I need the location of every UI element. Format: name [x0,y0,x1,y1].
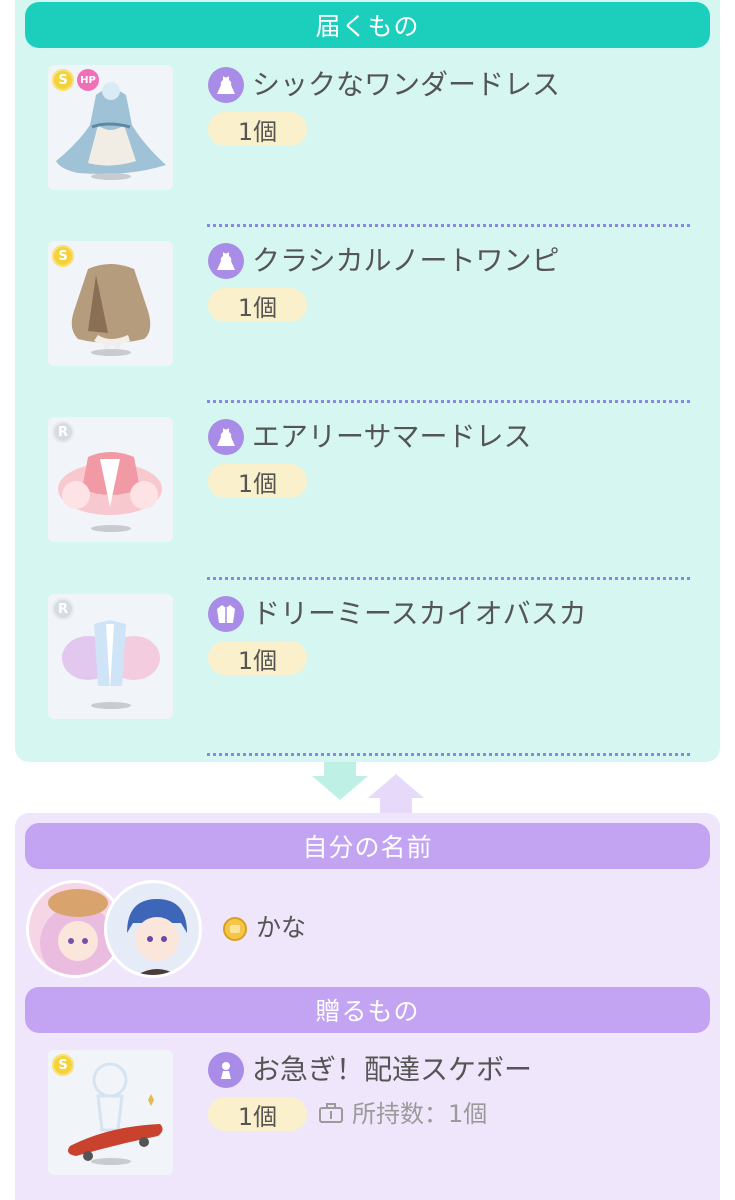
item-shadow [91,349,131,356]
user-name: かな [256,913,307,942]
item-name: シックなワンダードレス [252,68,561,101]
divider [207,400,690,403]
avatar-male[interactable] [104,880,202,978]
item-thumbnail[interactable]: S [48,241,173,366]
receive-item[interactable]: S HP シックなワンダードレス 1個 [48,65,708,193]
owned-count: 所持数：1個 [318,1094,487,1129]
item-quantity: 1個 [208,464,307,498]
item-thumbnail[interactable]: R [48,417,173,542]
dress-icon [208,243,244,279]
item-name: ドリーミースカイオバスカ [252,597,587,630]
item-name: エアリーサマードレス [252,420,532,453]
item-shadow [91,173,131,180]
hair-pin-badge: HP [77,69,99,91]
rank-r-badge: R [52,421,74,443]
coin-icon [223,917,247,941]
self-name-header: 自分の名前 [25,823,710,869]
item-quantity: 1個 [208,112,307,146]
accessory-icon [208,1052,244,1088]
dress-icon [208,419,244,455]
divider [207,753,690,756]
item-quantity: 1個 [208,1097,307,1131]
rank-r-badge: R [52,598,74,620]
arrow-down-icon [312,762,368,800]
owned-count-label: 所持数：1個 [352,1100,488,1128]
receive-item[interactable]: R ドリーミースカイオバスカ 1個 [48,594,708,722]
item-name: お急ぎ！配達スケボー [252,1053,533,1086]
rank-s-badge: S [52,69,74,91]
rank-s-badge: S [52,245,74,267]
coat-icon [208,596,244,632]
receive-header: 届くもの [25,2,710,48]
dress-icon [208,67,244,103]
bag-icon [319,1102,343,1123]
divider [207,577,690,580]
item-shadow [91,702,131,709]
item-thumbnail[interactable]: R [48,594,173,719]
arrow-up-icon [368,774,424,816]
item-shadow [91,525,131,532]
item-thumbnail[interactable]: S [48,1050,173,1175]
item-thumbnail[interactable]: S HP [48,65,173,190]
item-quantity: 1個 [208,288,307,322]
rank-s-badge: S [52,1054,74,1076]
give-header: 贈るもの [25,987,710,1033]
item-quantity: 1個 [208,641,307,675]
receive-item[interactable]: R エアリーサマードレス 1個 [48,417,708,545]
item-name: クラシカルノートワンピ [252,244,560,277]
receive-item[interactable]: S クラシカルノートワンピ 1個 [48,241,708,369]
item-shadow [91,1158,131,1165]
divider [207,224,690,227]
